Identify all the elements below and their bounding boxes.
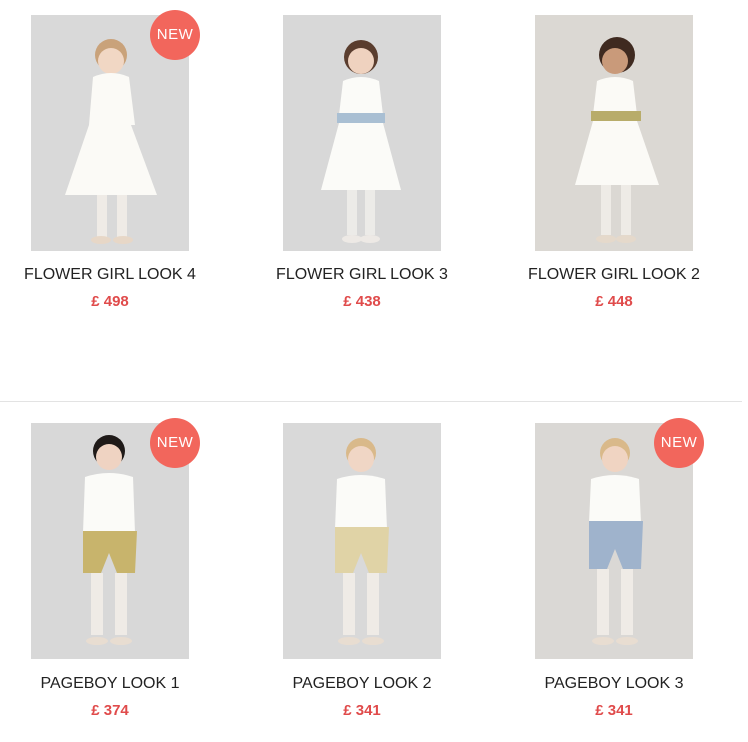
product-title[interactable]: PAGEBOY LOOK 3 <box>504 675 724 693</box>
new-badge: NEW <box>150 418 200 468</box>
new-badge: NEW <box>654 418 704 468</box>
product-row: NEW PAGEBOY LOOK 1 £ 374 PAGEBOY LOOK 2 … <box>0 409 748 742</box>
row-divider <box>0 401 742 402</box>
product-image[interactable] <box>283 423 441 659</box>
product-price: £ 448 <box>595 293 633 310</box>
new-badge: NEW <box>150 10 200 60</box>
product-title[interactable]: FLOWER GIRL LOOK 3 <box>252 266 472 284</box>
product-price: £ 341 <box>343 702 381 719</box>
product-price: £ 438 <box>343 293 381 310</box>
product-image[interactable] <box>283 15 441 251</box>
product-title[interactable]: PAGEBOY LOOK 1 <box>0 675 220 693</box>
product-price: £ 498 <box>91 293 129 310</box>
product-image[interactable] <box>535 15 693 251</box>
product-title[interactable]: PAGEBOY LOOK 2 <box>252 675 472 693</box>
product-price: £ 374 <box>91 702 129 719</box>
product-price: £ 341 <box>595 702 633 719</box>
product-row: NEW FLOWER GIRL LOOK 4 £ 498 FLOWER GIRL… <box>0 0 748 390</box>
product-title[interactable]: FLOWER GIRL LOOK 2 <box>504 266 724 284</box>
product-title[interactable]: FLOWER GIRL LOOK 4 <box>0 266 220 284</box>
